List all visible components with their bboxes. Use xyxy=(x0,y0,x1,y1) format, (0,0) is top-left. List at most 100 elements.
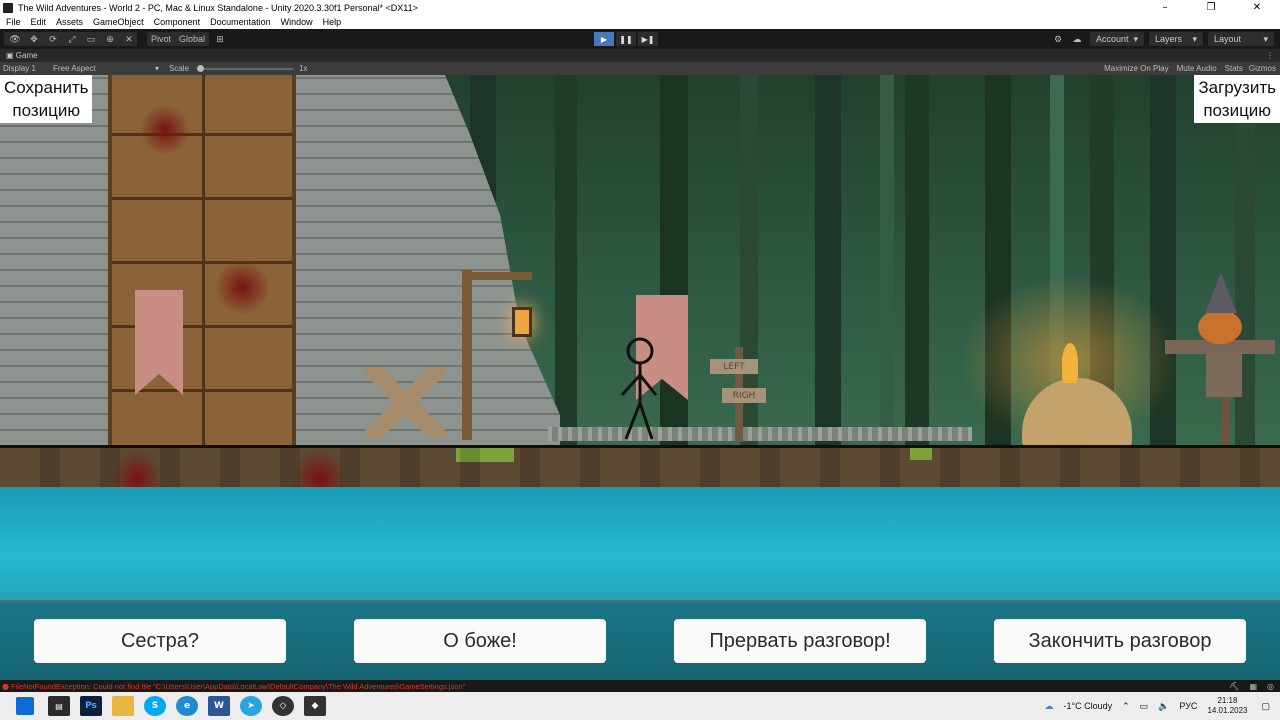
display-dropdown[interactable]: Display 1 xyxy=(3,64,53,73)
game-tab[interactable]: ▣ Game xyxy=(0,51,38,60)
pause-button[interactable]: ❚❚ xyxy=(616,32,636,46)
tree-trunk xyxy=(815,75,841,445)
menu-gameobject[interactable]: GameObject xyxy=(93,17,144,27)
account-label: Account xyxy=(1096,34,1129,44)
menu-edit[interactable]: Edit xyxy=(31,17,47,27)
mute-audio-toggle[interactable]: Mute Audio xyxy=(1177,64,1217,73)
pivot-button[interactable]: Pivot xyxy=(147,34,175,44)
network-icon[interactable]: ▭ xyxy=(1140,701,1149,712)
clock-date: 14.01.2023 xyxy=(1207,706,1248,715)
windows-start-icon[interactable] xyxy=(16,697,34,715)
menu-window[interactable]: Window xyxy=(281,17,313,27)
maximize-button[interactable]: ❐ xyxy=(1188,0,1234,15)
tray-chevron-icon[interactable]: ⌃ xyxy=(1122,701,1130,712)
more-options-icon[interactable]: ⋮ xyxy=(1266,51,1274,60)
dialog-panel: Сестра? О боже! Прервать разговор! Закон… xyxy=(0,600,1280,680)
save-position-button[interactable]: Сохранить позицию xyxy=(0,75,93,123)
scale-slider[interactable] xyxy=(197,64,293,72)
gizmos-toggle[interactable]: Gizmos xyxy=(1249,64,1276,73)
unity-hub-icon[interactable]: ◇ xyxy=(272,696,294,716)
stats-toggle[interactable]: Stats xyxy=(1225,64,1243,73)
menu-help[interactable]: Help xyxy=(323,17,342,27)
game-tab-label: Game xyxy=(15,51,38,60)
collab-icon[interactable]: ⚙ xyxy=(1050,32,1066,46)
file-explorer-icon[interactable] xyxy=(112,696,134,716)
notification-icon[interactable]: ▢ xyxy=(1261,701,1270,712)
console-status-bar[interactable]: ● FileNotFoundException: Could not find … xyxy=(0,680,1280,692)
layers-dropdown[interactable]: Layers ▾ xyxy=(1149,32,1203,46)
profiler-icon[interactable]: ▦ xyxy=(1249,682,1257,691)
lantern-post xyxy=(462,270,472,440)
choice-end-conversation-button[interactable]: Закончить разговор xyxy=(994,619,1246,663)
maximize-on-play-toggle[interactable]: Maximize On Play xyxy=(1104,64,1168,73)
scale-value: 1x xyxy=(299,64,308,73)
scale-label: Scale xyxy=(169,64,190,73)
window-titlebar: The Wild Adventures - World 2 - PC, Mac … xyxy=(0,0,1280,15)
sign-right: RIGH xyxy=(722,388,766,403)
windows-taskbar: ▤ Ps S e W ➤ ◇ ◆ ☁ -1°C Cloudy ⌃ ▭ 🔈 РУС… xyxy=(0,692,1280,720)
load-position-button[interactable]: Загрузить позицию xyxy=(1194,75,1280,123)
task-view-icon[interactable]: ▤ xyxy=(48,696,70,716)
photoshop-icon[interactable]: Ps xyxy=(80,696,102,716)
layout-dropdown[interactable]: Layout ▾ xyxy=(1208,32,1274,46)
blood-splatter xyxy=(140,105,190,155)
chevron-down-icon: ▾ xyxy=(1192,33,1197,44)
chevron-down-icon: ▾ xyxy=(1263,33,1268,44)
console-error-message[interactable]: FileNotFoundException: Could not find fi… xyxy=(9,682,465,691)
minimize-button[interactable]: – xyxy=(1142,0,1188,15)
pumpkin-head xyxy=(1198,310,1242,344)
menu-documentation[interactable]: Documentation xyxy=(210,17,271,27)
window-title: The Wild Adventures - World 2 - PC, Mac … xyxy=(18,2,418,13)
dirt-ground xyxy=(0,445,1280,487)
player-stick-figure xyxy=(620,337,658,440)
view-tool-icon[interactable]: 👁 xyxy=(7,32,23,46)
custom-tool-icon[interactable]: ✕ xyxy=(121,32,137,46)
weather-text[interactable]: -1°C Cloudy xyxy=(1064,701,1113,711)
grid-snap-icon[interactable]: ⊞ xyxy=(212,32,228,46)
menu-bar: File Edit Assets GameObject Component Do… xyxy=(0,15,1280,29)
cloud-icon[interactable]: ☁ xyxy=(1069,32,1085,46)
cloud-weather-icon: ☁ xyxy=(1044,700,1054,711)
gate-beam xyxy=(202,75,205,445)
aspect-dropdown[interactable]: Free Aspect xyxy=(53,64,155,73)
dirt-texture xyxy=(0,448,1280,487)
rect-tool-icon[interactable]: ▭ xyxy=(83,32,99,46)
slider-handle[interactable] xyxy=(197,64,204,72)
scarecrow-body xyxy=(1206,353,1242,397)
step-button[interactable]: ▶❚ xyxy=(638,32,658,46)
play-button[interactable]: ▶ xyxy=(594,32,614,46)
choice-sister-button[interactable]: Сестра? xyxy=(34,619,286,663)
move-tool-icon[interactable]: ✥ xyxy=(26,32,42,46)
scale-tool-icon[interactable]: ⤢ xyxy=(64,32,80,46)
skype-icon[interactable]: S xyxy=(144,696,166,716)
debug-icon[interactable]: ⛏ xyxy=(1229,682,1239,691)
transform-tool-icon[interactable]: ⊕ xyxy=(102,32,118,46)
training-dummy-crossed-planks xyxy=(365,367,445,437)
account-dropdown[interactable]: Account ▾ xyxy=(1090,32,1144,46)
chevron-down-icon: ▾ xyxy=(155,64,160,73)
menu-component[interactable]: Component xyxy=(154,17,201,27)
progress-icon[interactable]: ◎ xyxy=(1267,682,1274,691)
error-icon: ● xyxy=(2,681,9,691)
choice-interrupt-button[interactable]: Прервать разговор! xyxy=(674,619,926,663)
word-icon[interactable]: W xyxy=(208,696,230,716)
rotate-tool-icon[interactable]: ⟳ xyxy=(45,32,61,46)
lantern-arm xyxy=(462,272,532,280)
edge-icon[interactable]: e xyxy=(176,696,198,716)
editor-toolbar: 👁 ✥ ⟳ ⤢ ▭ ⊕ ✕ Pivot Global ⊞ ▶ ❚❚ ▶❚ ⚙ ☁… xyxy=(0,29,1280,49)
choice-oh-god-button[interactable]: О боже! xyxy=(354,619,606,663)
play-controls: ▶ ❚❚ ▶❚ xyxy=(594,32,660,46)
unity-editor-icon[interactable]: ◆ xyxy=(304,696,326,716)
game-viewport: LEFT RIGH Сохранить позицию Загрузить по… xyxy=(0,75,1280,680)
pivot-toggle-group: Pivot Global xyxy=(147,32,210,46)
clock[interactable]: 21:18 14.01.2023 xyxy=(1207,696,1247,716)
language-indicator[interactable]: РУС xyxy=(1179,701,1197,711)
menu-file[interactable]: File xyxy=(6,17,21,27)
tree-trunk xyxy=(555,75,577,445)
menu-assets[interactable]: Assets xyxy=(56,17,83,27)
volume-icon[interactable]: 🔈 xyxy=(1158,701,1169,712)
chevron-down-icon: ▾ xyxy=(1133,33,1138,44)
global-button[interactable]: Global xyxy=(175,34,209,44)
telegram-icon[interactable]: ➤ xyxy=(240,696,262,716)
close-button[interactable]: ✕ xyxy=(1234,0,1280,15)
